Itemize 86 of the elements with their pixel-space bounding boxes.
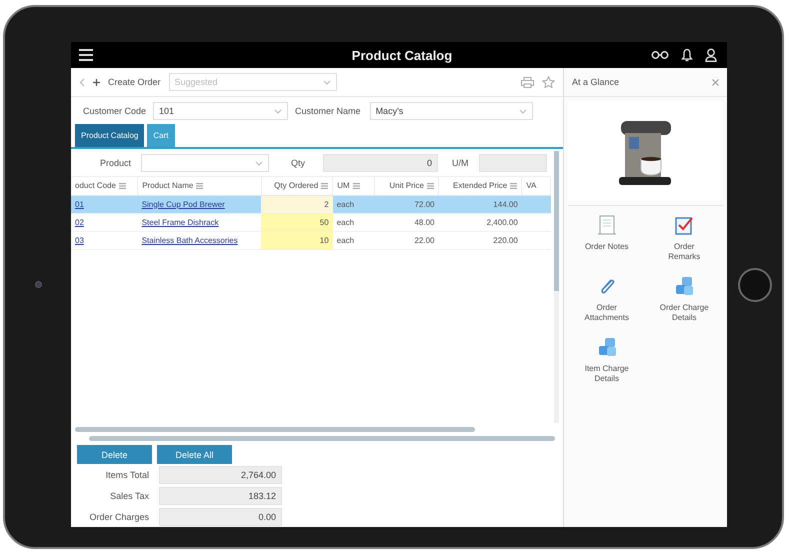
menu-icon[interactable]	[79, 49, 93, 61]
glance-action[interactable]: Order Notes	[568, 214, 646, 263]
column-header[interactable]: UM	[337, 181, 350, 190]
customer-code-label: Customer Code	[83, 106, 146, 116]
stacked-cubes-icon	[673, 274, 696, 297]
action-label: Order Notes	[584, 242, 630, 252]
table-cell: each	[336, 218, 354, 226]
table-cell[interactable]: 10	[320, 236, 329, 244]
column-menu-icon[interactable]	[510, 182, 518, 189]
product-code-link[interactable]: 01	[75, 200, 84, 208]
tab[interactable]: Product Catalog	[75, 124, 144, 147]
create-order-button[interactable]: Create Order	[108, 77, 161, 87]
product-name-link[interactable]: Stainless Bath Accessories	[142, 236, 238, 244]
delete-button[interactable]: Delete	[77, 445, 152, 464]
back-icon[interactable]	[79, 78, 85, 86]
table-cell: each	[336, 236, 354, 244]
unit-label: U/M	[452, 158, 469, 168]
action-label: Item Charge Details	[584, 364, 630, 384]
table-cell: 220.00	[493, 236, 518, 244]
action-label: Order Charge Details	[658, 302, 710, 324]
delete-button[interactable]: Delete All	[157, 445, 232, 464]
total-label: Order Charges	[88, 512, 149, 522]
glance-action[interactable]: Order Charge Details	[646, 274, 723, 324]
glasses-icon[interactable]	[651, 51, 669, 59]
glance-action[interactable]: Item Charge Details	[568, 336, 646, 384]
table-cell: 22.00	[414, 236, 434, 244]
total-label: Items Total	[104, 470, 149, 480]
total-field[interactable]: 2,764.00	[159, 466, 282, 484]
close-icon[interactable]	[712, 78, 719, 86]
home-button[interactable]	[738, 268, 772, 302]
table-row[interactable]: 03 Stainless Bath Accessories 10 each 22.00 220.00	[71, 231, 550, 249]
column-header[interactable]: Unit Price	[389, 181, 424, 190]
column-header[interactable]: Extended Price	[453, 181, 508, 190]
product-name-link[interactable]: Steel Frame Dishrack	[142, 218, 219, 226]
product-label: Product	[98, 158, 131, 168]
table-cell: each	[336, 200, 354, 208]
view-dropdown[interactable]: Suggested	[168, 73, 337, 91]
table-cell: 72.00	[414, 200, 434, 208]
table-row[interactable]: 02 Steel Frame Dishrack 50 each 48.00 2,400.00	[71, 213, 550, 231]
column-menu-icon[interactable]	[196, 182, 204, 189]
star-icon[interactable]	[542, 76, 555, 88]
total-label: Sales Tax	[109, 490, 149, 500]
unit-field[interactable]	[478, 154, 547, 172]
chevron-icon	[322, 80, 331, 85]
table-row[interactable]: 01 Single Cup Pod Brewer 2 each 72.00 144.00	[71, 195, 550, 213]
column-menu-icon[interactable]	[118, 182, 126, 189]
table-cell: 2,400.00	[486, 218, 518, 226]
glance-action[interactable]: Order Attachments	[568, 274, 646, 324]
table-cell[interactable]: 2	[324, 200, 329, 208]
notes-icon	[596, 214, 618, 236]
column-header[interactable]: Product Name	[142, 181, 194, 190]
action-label: Order Remarks	[667, 242, 702, 263]
table-cell[interactable]: 50	[320, 218, 329, 226]
vertical-scrollbar[interactable]	[554, 151, 559, 423]
column-header[interactable]: oduct Code	[75, 181, 116, 190]
customer-code-field[interactable]: 101	[153, 102, 288, 120]
qty-label: Qty	[291, 158, 306, 168]
table-cell: 48.00	[414, 218, 434, 226]
qty-field[interactable]: 0	[323, 154, 438, 172]
customer-name-field[interactable]: Macy's	[370, 102, 533, 120]
total-field[interactable]: 0.00	[159, 508, 282, 526]
camera-dot	[34, 281, 42, 288]
printer-icon[interactable]	[521, 76, 534, 88]
column-header[interactable]: Qty Ordered	[274, 181, 318, 190]
bell-icon[interactable]	[681, 48, 693, 62]
chevron-icon	[518, 108, 527, 114]
column-menu-icon[interactable]	[427, 182, 434, 189]
customer-name-label: Customer Name	[295, 106, 361, 116]
column-header[interactable]: VA	[526, 181, 536, 190]
table-cell: 144.00	[493, 200, 518, 208]
app-title: Product Catalog	[350, 48, 454, 62]
glance-action[interactable]: Order Remarks	[646, 214, 723, 263]
product-code-link[interactable]: 03	[75, 236, 84, 244]
plus-icon[interactable]	[93, 78, 100, 86]
horizontal-scrollbar[interactable]	[89, 436, 555, 441]
panel-title: At a Glance	[572, 77, 620, 87]
user-icon[interactable]	[705, 48, 717, 62]
action-label: Order Attachments	[584, 302, 630, 324]
chevron-icon	[255, 160, 263, 166]
product-code-link[interactable]: 02	[75, 218, 84, 226]
column-menu-icon[interactable]	[321, 182, 328, 189]
column-menu-icon[interactable]	[352, 182, 360, 189]
chevron-icon	[274, 108, 282, 114]
horizontal-scrollbar[interactable]	[75, 427, 475, 432]
total-field[interactable]: 183.12	[159, 486, 282, 504]
product-field[interactable]	[141, 154, 269, 172]
